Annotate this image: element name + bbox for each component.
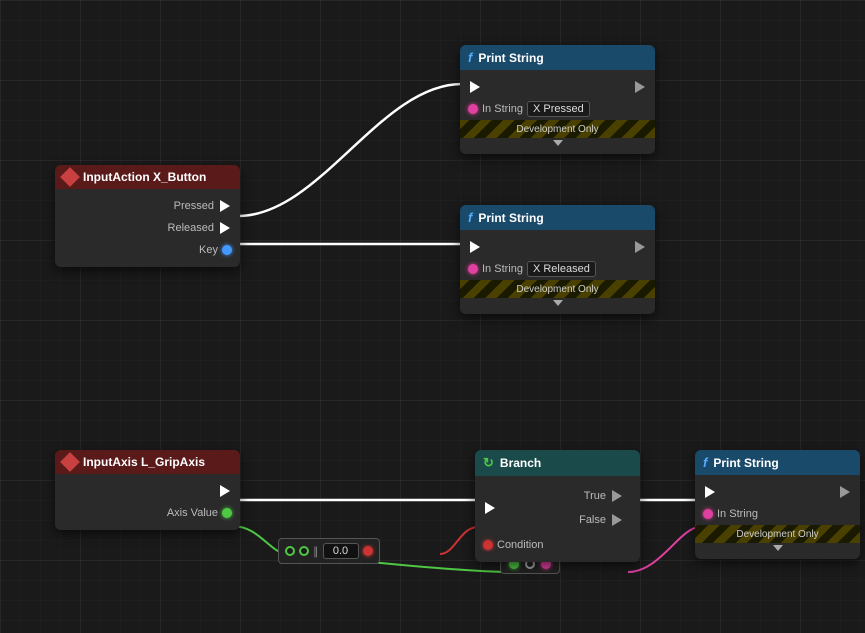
released-exec-pin[interactable] (218, 221, 232, 235)
print1-collapse[interactable] (553, 140, 563, 146)
branch-exec-row: True False (475, 482, 640, 534)
print-string-2-header: f Print String (460, 205, 655, 230)
print-string-1-header: f Print String (460, 45, 655, 70)
input-axis-header: InputAxis L_GripAxis (55, 450, 240, 474)
input-axis-body: Axis Value (55, 474, 240, 530)
print3-dev-only: Development Only (736, 529, 818, 540)
f-icon-2: f (468, 210, 472, 225)
float-value-display: 0.0 (323, 543, 359, 559)
print2-instring-label: In String (482, 263, 523, 275)
key-row: Key (55, 239, 240, 261)
branch-header: ↻ Branch (475, 450, 640, 476)
input-axis-node[interactable]: InputAxis L_GripAxis Axis Value (55, 450, 240, 530)
float-left-pin2[interactable] (299, 546, 309, 556)
print-string-3-header: f Print String (695, 450, 860, 475)
print-string-3-node[interactable]: f Print String In String Development Onl… (695, 450, 860, 559)
branch-body: True False Condition (475, 476, 640, 562)
f-icon-1: f (468, 50, 472, 65)
key-label: Key (199, 244, 218, 256)
branch-title: Branch (500, 456, 541, 470)
branch-false-pin[interactable] (610, 513, 624, 527)
key-pin[interactable] (222, 245, 232, 255)
print3-instring-label: In String (717, 508, 758, 520)
print3-instring-row: In String (695, 503, 860, 525)
branch-false-row: False (571, 509, 632, 531)
branch-false-label: False (579, 514, 606, 526)
input-axis-title: InputAxis L_GripAxis (83, 455, 205, 469)
float-right-pin[interactable] (363, 546, 373, 556)
print2-exec-row (460, 236, 655, 258)
branch-node[interactable]: ↻ Branch True False (475, 450, 640, 562)
print-string-1-node[interactable]: f Print String In String X Pressed Devel… (460, 45, 655, 154)
print2-value-badge: X Released (527, 261, 596, 277)
print3-exec-in[interactable] (703, 485, 717, 499)
print1-instring-label: In String (482, 103, 523, 115)
branch-exec-in[interactable] (483, 501, 497, 515)
branch-true-pin[interactable] (610, 489, 624, 503)
released-row: Released (55, 217, 240, 239)
print-string-1-title: Print String (478, 51, 543, 65)
print3-exec-out[interactable] (838, 485, 852, 499)
diamond-icon (60, 167, 80, 187)
pressed-row: Pressed (55, 195, 240, 217)
input-action-title: InputAction X_Button (83, 170, 206, 184)
print1-instring-pin[interactable] (468, 104, 478, 114)
print3-instring-pin[interactable] (703, 509, 713, 519)
float-left-pin[interactable] (285, 546, 295, 556)
f-icon-3: f (703, 455, 707, 470)
print3-warning-bar: Development Only (695, 525, 860, 543)
print-string-3-body: In String Development Only (695, 475, 860, 559)
print2-collapse[interactable] (553, 300, 563, 306)
print2-dev-only: Development Only (516, 284, 598, 295)
print1-instring-row: In String X Pressed (460, 98, 655, 120)
input-action-node[interactable]: InputAction X_Button Pressed Released Ke… (55, 165, 240, 267)
node-header-input-action: InputAction X_Button (55, 165, 240, 189)
branch-condition-row: Condition (475, 534, 640, 556)
print1-exec-row (460, 76, 655, 98)
branch-condition-label: Condition (497, 539, 543, 551)
axis-value-label: Axis Value (167, 507, 218, 519)
branch-true-row: True (576, 485, 632, 507)
diamond-icon-2 (60, 452, 80, 472)
print2-warning-bar: Development Only (460, 280, 655, 298)
released-label: Released (168, 222, 214, 234)
pressed-label: Pressed (174, 200, 214, 212)
print1-exec-in[interactable] (468, 80, 482, 94)
print1-value-badge: X Pressed (527, 101, 590, 117)
axis-exec-out[interactable] (218, 484, 232, 498)
print-string-1-body: In String X Pressed Development Only (460, 70, 655, 154)
print1-exec-out[interactable] (633, 80, 647, 94)
print-string-2-node[interactable]: f Print String In String X Released Deve… (460, 205, 655, 314)
print2-exec-out[interactable] (633, 240, 647, 254)
float-value-node[interactable]: ∥ 0.0 (278, 538, 380, 564)
pressed-exec-pin[interactable] (218, 199, 232, 213)
input-action-body: Pressed Released Key (55, 189, 240, 267)
print1-warning-bar: Development Only (460, 120, 655, 138)
axis-exec-row (55, 480, 240, 502)
axis-value-row: Axis Value (55, 502, 240, 524)
print3-exec-row (695, 481, 860, 503)
print2-instring-pin[interactable] (468, 264, 478, 274)
print2-exec-in[interactable] (468, 240, 482, 254)
print-string-3-title: Print String (713, 456, 778, 470)
print3-collapse[interactable] (773, 545, 783, 551)
print-string-2-body: In String X Released Development Only (460, 230, 655, 314)
branch-condition-pin[interactable] (483, 540, 493, 550)
print2-instring-row: In String X Released (460, 258, 655, 280)
axis-value-pin[interactable] (222, 508, 232, 518)
print-string-2-title: Print String (478, 211, 543, 225)
recycle-icon: ↻ (483, 455, 494, 471)
branch-true-label: True (584, 490, 606, 502)
print1-dev-only: Development Only (516, 124, 598, 135)
